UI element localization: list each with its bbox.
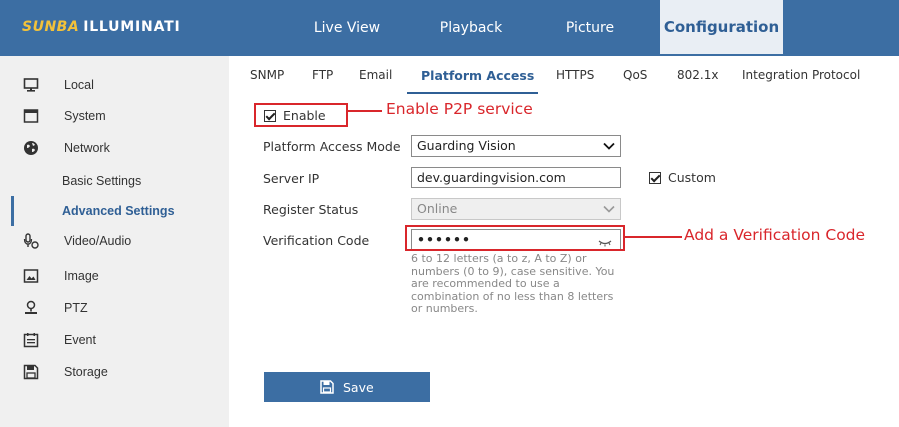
sidebar-item-label: Event: [64, 333, 96, 347]
save-label: Save: [343, 380, 374, 395]
sidebar-item-system[interactable]: System: [0, 101, 229, 131]
sidebar: Local System Network Basic Settings Adva…: [0, 56, 229, 427]
sidebar-item-label: Basic Settings: [62, 174, 142, 188]
monitor-icon: [23, 77, 39, 93]
enable-annotation: Enable P2P service: [386, 100, 533, 118]
save-button[interactable]: Save: [264, 372, 430, 402]
globe-icon: [23, 140, 39, 156]
verification-highlight-box: [405, 225, 625, 251]
sidebar-item-label: System: [64, 109, 106, 123]
active-marker: [11, 196, 14, 226]
calendar-icon: [23, 332, 39, 348]
tab-platform-access[interactable]: Platform Access: [421, 68, 534, 83]
tab-integration-protocol[interactable]: Integration Protocol: [742, 68, 860, 82]
chevron-down-icon: [602, 202, 616, 219]
tab-playback[interactable]: Playback: [426, 0, 516, 56]
active-tab-underline: [407, 92, 538, 94]
tab-ftp[interactable]: FTP: [312, 68, 333, 82]
logo-name: ILLUMINATI: [83, 19, 181, 35]
save-icon: [320, 380, 334, 397]
verification-callout-line: [625, 236, 682, 238]
save-disk-icon: [23, 364, 39, 380]
sidebar-item-event[interactable]: Event: [0, 325, 229, 355]
image-icon: [23, 268, 39, 284]
sidebar-item-basic-settings[interactable]: Basic Settings: [0, 166, 229, 196]
sidebar-item-storage[interactable]: Storage: [0, 357, 229, 387]
tab-https[interactable]: HTTPS: [556, 68, 594, 82]
server-ip-input[interactable]: dev.guardingvision.com: [411, 167, 621, 188]
ptz-icon: [23, 300, 39, 316]
sidebar-item-advanced-settings[interactable]: Advanced Settings: [0, 196, 229, 226]
sidebar-item-label: Network: [64, 141, 110, 155]
register-status-value: Online: [417, 201, 458, 216]
logo-brand: SUNBA: [22, 19, 80, 35]
sidebar-item-network[interactable]: Network: [0, 133, 229, 163]
enable-callout-line: [348, 110, 382, 112]
sidebar-item-label: PTZ: [64, 301, 88, 315]
platform-access-mode-label: Platform Access Mode: [263, 139, 401, 154]
window-icon: [23, 108, 39, 124]
register-status-select: Online: [411, 198, 621, 220]
server-ip-label: Server IP: [263, 171, 320, 186]
platform-access-mode-select[interactable]: Guarding Vision: [411, 135, 621, 157]
sidebar-item-local[interactable]: Local: [0, 70, 229, 100]
tab-snmp[interactable]: SNMP: [250, 68, 284, 82]
register-status-label: Register Status: [263, 202, 359, 217]
custom-checkbox[interactable]: [649, 172, 661, 184]
sidebar-item-image[interactable]: Image: [0, 261, 229, 291]
tab-configuration[interactable]: Configuration: [660, 0, 783, 56]
platform-access-mode-value: Guarding Vision: [417, 138, 516, 153]
verification-code-label: Verification Code: [263, 233, 370, 248]
sidebar-item-label: Local: [64, 78, 94, 92]
top-navigation-bar: SUNBA ILLUMINATI Live View Playback Pictu…: [0, 0, 899, 56]
verification-code-hint: 6 to 12 letters (a to z, A to Z) or numb…: [411, 252, 615, 315]
enable-highlight-box: [254, 103, 348, 127]
custom-label: Custom: [668, 170, 716, 185]
logo: SUNBA ILLUMINATI: [22, 16, 180, 40]
sidebar-item-ptz[interactable]: PTZ: [0, 293, 229, 323]
microphone-icon: [23, 233, 39, 249]
sidebar-item-label: Advanced Settings: [62, 204, 175, 218]
chevron-down-icon: [602, 139, 616, 156]
sidebar-item-label: Image: [64, 269, 99, 283]
tab-qos[interactable]: QoS: [623, 68, 647, 82]
tab-live-view[interactable]: Live View: [302, 0, 392, 56]
sidebar-item-video-audio[interactable]: Video/Audio: [0, 226, 229, 256]
sidebar-item-label: Video/Audio: [64, 234, 132, 248]
tab-8021x[interactable]: 802.1x: [677, 68, 718, 82]
verification-annotation: Add a Verification Code: [684, 226, 866, 244]
server-ip-value: dev.guardingvision.com: [417, 170, 566, 185]
tab-email[interactable]: Email: [359, 68, 392, 82]
tab-picture[interactable]: Picture: [550, 0, 630, 56]
sidebar-item-label: Storage: [64, 365, 108, 379]
